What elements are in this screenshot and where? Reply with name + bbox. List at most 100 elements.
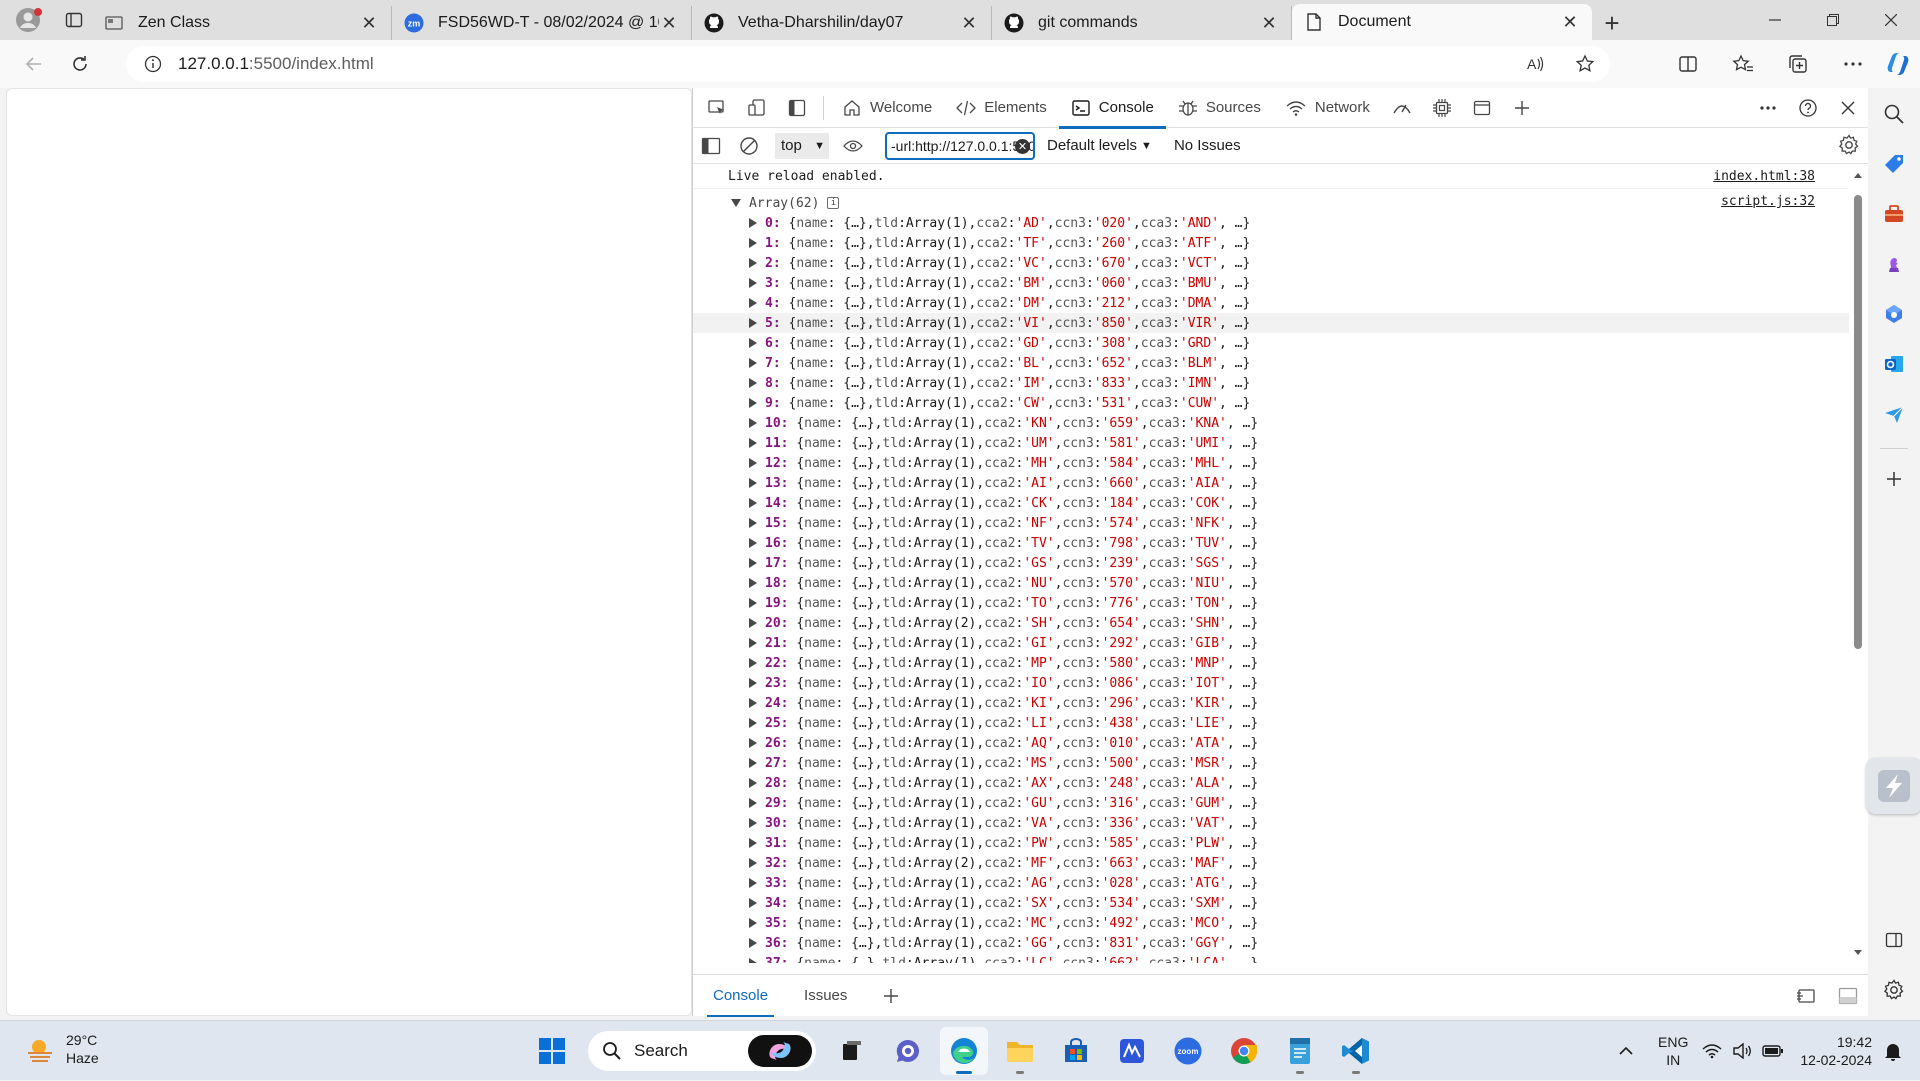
array-entry-row[interactable]: 5: {name: {…}, tld: Array(1), cca2: 'VI'… — [693, 313, 1849, 333]
more-tools-button[interactable] — [1502, 88, 1542, 128]
array-entry-row[interactable]: 35: {name: {…}, tld: Array(1), cca2: 'MC… — [693, 913, 1849, 933]
tab-actions-button[interactable] — [56, 0, 92, 40]
quick-settings-button[interactable] — [1702, 1043, 1784, 1059]
collapsed-triangle-icon[interactable] — [749, 518, 757, 528]
sidebar-drop[interactable] — [1874, 394, 1914, 434]
quick-source-button[interactable] — [1785, 975, 1827, 1017]
context-selector[interactable]: top ▼ — [775, 132, 829, 159]
refresh-button[interactable] — [58, 44, 102, 84]
toggle-drawer-button[interactable] — [1827, 975, 1869, 1017]
whiteboard-app[interactable] — [1108, 1027, 1156, 1075]
tab-welcome[interactable]: Welcome — [830, 88, 944, 128]
new-tab-button[interactable]: + — [1592, 6, 1632, 40]
array-header[interactable]: Array(62) i script.js:32 — [693, 193, 1849, 213]
issues-counter[interactable]: No Issues — [1174, 137, 1241, 154]
collapsed-triangle-icon[interactable] — [749, 958, 757, 963]
tab-zen-class[interactable]: Zen Class ✕ — [92, 6, 392, 40]
read-aloud-button[interactable]: A — [1510, 54, 1560, 74]
array-entry-row[interactable]: 13: {name: {…}, tld: Array(1), cca2: 'AI… — [693, 473, 1849, 493]
sidebar-add[interactable] — [1874, 459, 1914, 499]
array-entry-row[interactable]: 18: {name: {…}, tld: Array(1), cca2: 'NU… — [693, 573, 1849, 593]
array-entry-row[interactable]: 29: {name: {…}, tld: Array(1), cca2: 'GU… — [693, 793, 1849, 813]
array-entry-row[interactable]: 1: {name: {…}, tld: Array(1), cca2: 'TF'… — [693, 233, 1849, 253]
console-scrollbar[interactable] — [1848, 165, 1868, 963]
tab-git-commands[interactable]: git commands ✕ — [992, 6, 1292, 40]
profile-button[interactable] — [0, 0, 56, 40]
array-entry-row[interactable]: 36: {name: {…}, tld: Array(1), cca2: 'GG… — [693, 933, 1849, 953]
array-entry-row[interactable]: 24: {name: {…}, tld: Array(1), cca2: 'KI… — [693, 693, 1849, 713]
sidebar-tools[interactable] — [1874, 194, 1914, 234]
vscode-app[interactable] — [1332, 1027, 1380, 1075]
copilot-button[interactable] — [1882, 48, 1914, 80]
show-hidden-icons-button[interactable] — [1608, 1046, 1644, 1056]
collapsed-triangle-icon[interactable] — [749, 398, 757, 408]
clock[interactable]: 19:42 12-02-2024 — [1800, 1033, 1872, 1069]
tab-elements[interactable]: Elements — [944, 88, 1059, 128]
collapsed-triangle-icon[interactable] — [749, 478, 757, 488]
microsoft-store-app[interactable] — [1052, 1027, 1100, 1075]
drawer-tab-console[interactable]: Console — [695, 975, 786, 1017]
close-tab-icon[interactable]: ✕ — [959, 13, 979, 33]
array-entry-row[interactable]: 12: {name: {…}, tld: Array(1), cca2: 'MH… — [693, 453, 1849, 473]
collapsed-triangle-icon[interactable] — [749, 918, 757, 928]
collapsed-triangle-icon[interactable] — [749, 618, 757, 628]
array-entry-row[interactable]: 8: {name: {…}, tld: Array(1), cca2: 'IM'… — [693, 373, 1849, 393]
array-entry-row[interactable]: 26: {name: {…}, tld: Array(1), cca2: 'AQ… — [693, 733, 1849, 753]
help-button[interactable] — [1788, 88, 1828, 128]
address-bar[interactable]: 127.0.0.1:5500/index.html A — [126, 46, 1610, 82]
favorite-star-button[interactable] — [1560, 54, 1610, 74]
sidebar-settings-button[interactable] — [1874, 970, 1914, 1010]
tab-sources[interactable]: Sources — [1166, 88, 1273, 128]
scroll-up-icon[interactable] — [1848, 169, 1868, 181]
site-info-icon[interactable] — [144, 55, 162, 73]
scrollbar-thumb[interactable] — [1854, 195, 1862, 649]
console-settings-button[interactable] — [1838, 134, 1860, 156]
array-entry-row[interactable]: 17: {name: {…}, tld: Array(1), cca2: 'GS… — [693, 553, 1849, 573]
collapsed-triangle-icon[interactable] — [749, 638, 757, 648]
sidebar-copilot-app[interactable] — [1874, 294, 1914, 334]
array-entry-row[interactable]: 15: {name: {…}, tld: Array(1), cca2: 'NF… — [693, 513, 1849, 533]
task-view-button[interactable] — [828, 1027, 876, 1075]
console-sidebar-button[interactable] — [693, 126, 729, 166]
close-tab-icon[interactable]: ✕ — [659, 13, 679, 33]
scroll-down-icon[interactable] — [1848, 947, 1868, 959]
array-entry-row[interactable]: 9: {name: {…}, tld: Array(1), cca2: 'CW'… — [693, 393, 1849, 413]
close-devtools-button[interactable] — [1828, 88, 1868, 128]
close-window-button[interactable] — [1862, 0, 1920, 40]
notifications-button[interactable] — [1884, 1041, 1914, 1061]
console-output[interactable]: Live reload enabled. index.html:38 Array… — [693, 165, 1849, 963]
array-entry-row[interactable]: 7: {name: {…}, tld: Array(1), cca2: 'BL'… — [693, 353, 1849, 373]
array-entry-row[interactable]: 10: {name: {…}, tld: Array(1), cca2: 'KN… — [693, 413, 1849, 433]
collapsed-triangle-icon[interactable] — [749, 278, 757, 288]
collapsed-triangle-icon[interactable] — [749, 738, 757, 748]
drawer-tab-issues[interactable]: Issues — [786, 975, 865, 1017]
drawer-add-tab[interactable] — [865, 975, 917, 1017]
array-entry-row[interactable]: 11: {name: {…}, tld: Array(1), cca2: 'UM… — [693, 433, 1849, 453]
minimize-button[interactable] — [1746, 0, 1804, 40]
sidebar-hide-button[interactable] — [1874, 920, 1914, 960]
clear-console-button[interactable] — [729, 126, 769, 166]
customize-devtools-button[interactable] — [1748, 88, 1788, 128]
collapsed-triangle-icon[interactable] — [749, 218, 757, 228]
dock-side-button[interactable] — [777, 88, 817, 128]
favorites-button[interactable] — [1715, 44, 1770, 84]
collapsed-triangle-icon[interactable] — [749, 558, 757, 568]
array-entry-row[interactable]: 16: {name: {…}, tld: Array(1), cca2: 'TV… — [693, 533, 1849, 553]
collapsed-triangle-icon[interactable] — [749, 818, 757, 828]
collapsed-triangle-icon[interactable] — [749, 538, 757, 548]
array-entry-row[interactable]: 34: {name: {…}, tld: Array(1), cca2: 'SX… — [693, 893, 1849, 913]
teams-chat-app[interactable] — [884, 1027, 932, 1075]
taskbar-search[interactable]: Search — [588, 1031, 816, 1071]
memory-tab[interactable] — [1422, 88, 1462, 128]
collapsed-triangle-icon[interactable] — [749, 318, 757, 328]
array-entry-row[interactable]: 4: {name: {…}, tld: Array(1), cca2: 'DM'… — [693, 293, 1849, 313]
live-expression-button[interactable] — [833, 126, 873, 166]
collapsed-triangle-icon[interactable] — [749, 418, 757, 428]
array-entry-row[interactable]: 31: {name: {…}, tld: Array(1), cca2: 'PW… — [693, 833, 1849, 853]
tab-github-repo[interactable]: Vetha-Dharshilin/day07 ✕ — [692, 6, 992, 40]
collapsed-triangle-icon[interactable] — [749, 658, 757, 668]
collapsed-triangle-icon[interactable] — [749, 838, 757, 848]
back-button[interactable] — [12, 44, 56, 84]
collections-button[interactable] — [1770, 44, 1825, 84]
collapsed-triangle-icon[interactable] — [749, 898, 757, 908]
